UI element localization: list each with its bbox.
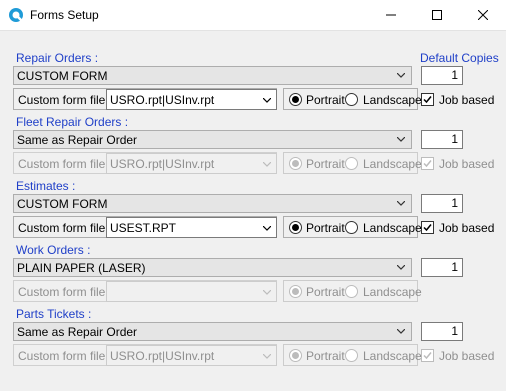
custom-form-file-combo[interactable] (106, 281, 277, 302)
landscape-radio[interactable] (345, 349, 358, 362)
job-based-checkbox[interactable] (421, 157, 434, 170)
form-type-value: PLAIN PAPER (LASER) (17, 261, 146, 275)
portrait-label: Portrait (306, 349, 345, 363)
form-type-value: CUSTOM FORM (17, 197, 108, 211)
landscape-label: Landscape (363, 93, 422, 107)
section-label: Work Orders : (16, 243, 91, 257)
copies-input[interactable]: 1 (421, 322, 463, 341)
job-based-label: Job based (439, 349, 495, 363)
custom-form-file-combo[interactable]: USRO.rpt|USInv.rpt (106, 89, 277, 110)
portrait-radio[interactable] (289, 285, 302, 298)
custom-form-file-value: USRO.rpt|USInv.rpt (110, 93, 215, 107)
form-type-value: Same as Repair Order (17, 133, 138, 147)
window-title: Forms Setup (30, 8, 99, 22)
orientation-group: Portrait Landscape (283, 344, 422, 366)
custom-form-label: Custom form file : (18, 349, 113, 363)
form-type-dropdown[interactable]: Same as Repair Order (13, 322, 412, 341)
maximize-button[interactable] (414, 0, 460, 30)
minimize-icon (386, 14, 396, 16)
maximize-icon (432, 10, 442, 20)
job-based-label: Job based (439, 157, 495, 171)
chevron-down-icon (397, 137, 405, 142)
job-based-checkbox[interactable] (421, 221, 434, 234)
chevron-down-icon (263, 226, 271, 231)
orientation-group: Portrait Landscape (283, 216, 422, 238)
copies-input[interactable]: 1 (421, 194, 463, 213)
form-type-dropdown[interactable]: CUSTOM FORM (13, 194, 412, 213)
section-label: Repair Orders : (16, 51, 99, 65)
chevron-down-icon (397, 201, 405, 206)
close-icon (478, 10, 488, 20)
landscape-label: Landscape (363, 221, 422, 235)
title-bar: Forms Setup (0, 0, 506, 31)
minimize-button[interactable] (368, 0, 414, 30)
app-logo-icon (9, 8, 23, 22)
default-copies-label: Default Copies (420, 51, 499, 65)
check-icon (423, 352, 432, 360)
portrait-radio[interactable] (289, 157, 302, 170)
landscape-label: Landscape (363, 285, 422, 299)
custom-form-label: Custom form file : (18, 285, 113, 299)
portrait-label: Portrait (306, 93, 345, 107)
chevron-down-icon (263, 162, 271, 167)
chevron-down-icon (263, 290, 271, 295)
form-type-dropdown[interactable]: PLAIN PAPER (LASER) (13, 258, 412, 277)
portrait-label: Portrait (306, 285, 345, 299)
form-type-dropdown[interactable]: CUSTOM FORM (13, 66, 412, 85)
chevron-down-icon (397, 265, 405, 270)
orientation-group: Portrait Landscape (283, 152, 422, 174)
custom-form-file-value: USEST.RPT (110, 221, 177, 235)
portrait-label: Portrait (306, 221, 345, 235)
landscape-label: Landscape (363, 349, 422, 363)
landscape-radio[interactable] (345, 285, 358, 298)
chevron-down-icon (263, 354, 271, 359)
check-icon (423, 160, 432, 168)
form-type-dropdown[interactable]: Same as Repair Order (13, 130, 412, 149)
custom-form-label: Custom form file : (18, 221, 113, 235)
copies-input[interactable]: 1 (421, 66, 463, 85)
form-type-value: Same as Repair Order (17, 325, 138, 339)
orientation-group: Portrait Landscape (283, 88, 422, 110)
landscape-radio[interactable] (345, 157, 358, 170)
check-icon (423, 96, 432, 104)
custom-form-file-value: USRO.rpt|USInv.rpt (110, 157, 215, 171)
job-based-label: Job based (439, 93, 495, 107)
portrait-label: Portrait (306, 157, 345, 171)
custom-form-label: Custom form file : (18, 93, 113, 107)
job-based-checkbox[interactable] (421, 93, 434, 106)
custom-form-file-value: USRO.rpt|USInv.rpt (110, 349, 215, 363)
landscape-radio[interactable] (345, 93, 358, 106)
chevron-down-icon (397, 329, 405, 334)
custom-form-file-combo[interactable]: USRO.rpt|USInv.rpt (106, 345, 277, 366)
close-button[interactable] (460, 0, 506, 30)
portrait-radio[interactable] (289, 221, 302, 234)
job-based-checkbox[interactable] (421, 349, 434, 362)
custom-form-file-combo[interactable]: USEST.RPT (106, 217, 277, 238)
copies-input[interactable]: 1 (421, 258, 463, 277)
custom-form-label: Custom form file : (18, 157, 113, 171)
orientation-group: Portrait Landscape (283, 280, 422, 302)
chevron-down-icon (397, 73, 405, 78)
copies-input[interactable]: 1 (421, 130, 463, 149)
landscape-label: Landscape (363, 157, 422, 171)
section-label: Fleet Repair Orders : (16, 115, 129, 129)
chevron-down-icon (263, 98, 271, 103)
custom-form-file-combo[interactable]: USRO.rpt|USInv.rpt (106, 153, 277, 174)
form-type-value: CUSTOM FORM (17, 69, 108, 83)
portrait-radio[interactable] (289, 349, 302, 362)
portrait-radio[interactable] (289, 93, 302, 106)
job-based-label: Job based (439, 221, 495, 235)
section-label: Estimates : (16, 179, 76, 193)
section-label: Parts Tickets : (16, 307, 92, 321)
landscape-radio[interactable] (345, 221, 358, 234)
check-icon (423, 224, 432, 232)
